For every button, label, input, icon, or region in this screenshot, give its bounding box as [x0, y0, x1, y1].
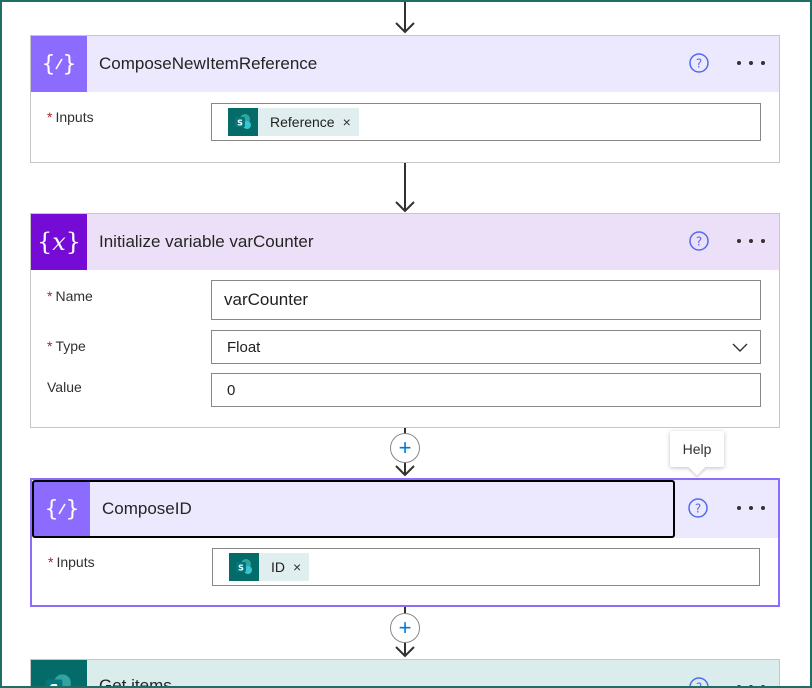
- sharepoint-icon: S: [229, 553, 259, 581]
- help-icon[interactable]: ?: [687, 497, 709, 519]
- inputs-field[interactable]: S ID ×: [212, 548, 760, 586]
- more-options-icon[interactable]: [736, 497, 766, 519]
- svg-text:?: ?: [696, 57, 702, 71]
- sharepoint-icon: S: [228, 108, 258, 136]
- card-title: ComposeNewItemReference: [99, 54, 318, 73]
- inputs-row: * Inputs S ID ×: [32, 548, 778, 590]
- plus-icon: +: [398, 435, 412, 460]
- help-icon[interactable]: ?: [688, 676, 710, 688]
- get-items-card[interactable]: S Get items ?: [30, 659, 780, 688]
- value-label: Value: [47, 379, 82, 395]
- svg-text:S: S: [237, 119, 243, 128]
- type-select[interactable]: Float: [211, 330, 761, 364]
- inputs-row: * Inputs S Reference ×: [31, 103, 779, 145]
- compose-braces-icon: { }: [31, 36, 87, 92]
- remove-token-icon[interactable]: ×: [343, 114, 351, 130]
- svg-text:?: ?: [696, 235, 702, 249]
- token-label: ID: [271, 559, 285, 575]
- remove-token-icon[interactable]: ×: [293, 559, 301, 575]
- add-step-button[interactable]: +: [390, 613, 420, 643]
- token-label: Reference: [270, 114, 335, 130]
- focus-outline: [32, 480, 675, 538]
- svg-text:S: S: [49, 682, 59, 688]
- add-step-button[interactable]: +: [390, 433, 420, 463]
- initialize-variable-card[interactable]: {x} Initialize variable varCounter ? *Na…: [30, 213, 780, 428]
- card-header[interactable]: {x} Initialize variable varCounter ?: [31, 214, 779, 270]
- inputs-field[interactable]: S Reference ×: [211, 103, 761, 141]
- type-label: * Type: [47, 338, 86, 354]
- value-field[interactable]: 0: [211, 373, 761, 407]
- more-options-icon[interactable]: [736, 52, 766, 74]
- svg-text:S: S: [238, 564, 244, 573]
- dynamic-content-token[interactable]: S Reference ×: [228, 108, 359, 136]
- inputs-label: * Inputs: [48, 554, 95, 570]
- help-icon[interactable]: ?: [688, 52, 710, 74]
- name-label: * Name: [47, 288, 93, 304]
- card-header[interactable]: S Get items ?: [31, 660, 779, 688]
- plus-icon: +: [398, 615, 412, 640]
- card-header[interactable]: { } ComposeID ?: [32, 480, 778, 538]
- help-icon[interactable]: ?: [688, 230, 710, 252]
- variable-x-icon: {x}: [31, 214, 87, 270]
- svg-text:?: ?: [696, 681, 702, 688]
- value-row: Value 0: [31, 373, 779, 407]
- svg-text:?: ?: [695, 502, 701, 516]
- inputs-label: * Inputs: [47, 109, 94, 125]
- name-field[interactable]: varCounter: [211, 280, 761, 320]
- type-row: * Type Float: [31, 330, 779, 364]
- card-title: Get items: [99, 676, 172, 688]
- help-tooltip: Help: [670, 431, 724, 467]
- compose-id-card[interactable]: { } ComposeID ? * Inputs S ID ×: [30, 478, 780, 607]
- more-options-icon[interactable]: [736, 676, 766, 688]
- dynamic-content-token[interactable]: S ID ×: [229, 553, 310, 581]
- name-row: * Name varCounter: [31, 280, 779, 322]
- sharepoint-icon: S: [31, 660, 87, 688]
- connector-arrow: [394, 163, 416, 213]
- chevron-down-icon[interactable]: [732, 341, 748, 353]
- card-header[interactable]: { } ComposeNewItemReference ?: [31, 36, 779, 92]
- compose-new-item-card[interactable]: { } ComposeNewItemReference ? * Inputs S …: [30, 35, 780, 163]
- card-title: Initialize variable varCounter: [99, 232, 314, 251]
- connector-arrow-top: [394, 0, 416, 36]
- svg-text:{x}: {x}: [39, 228, 79, 256]
- more-options-icon[interactable]: [736, 230, 766, 252]
